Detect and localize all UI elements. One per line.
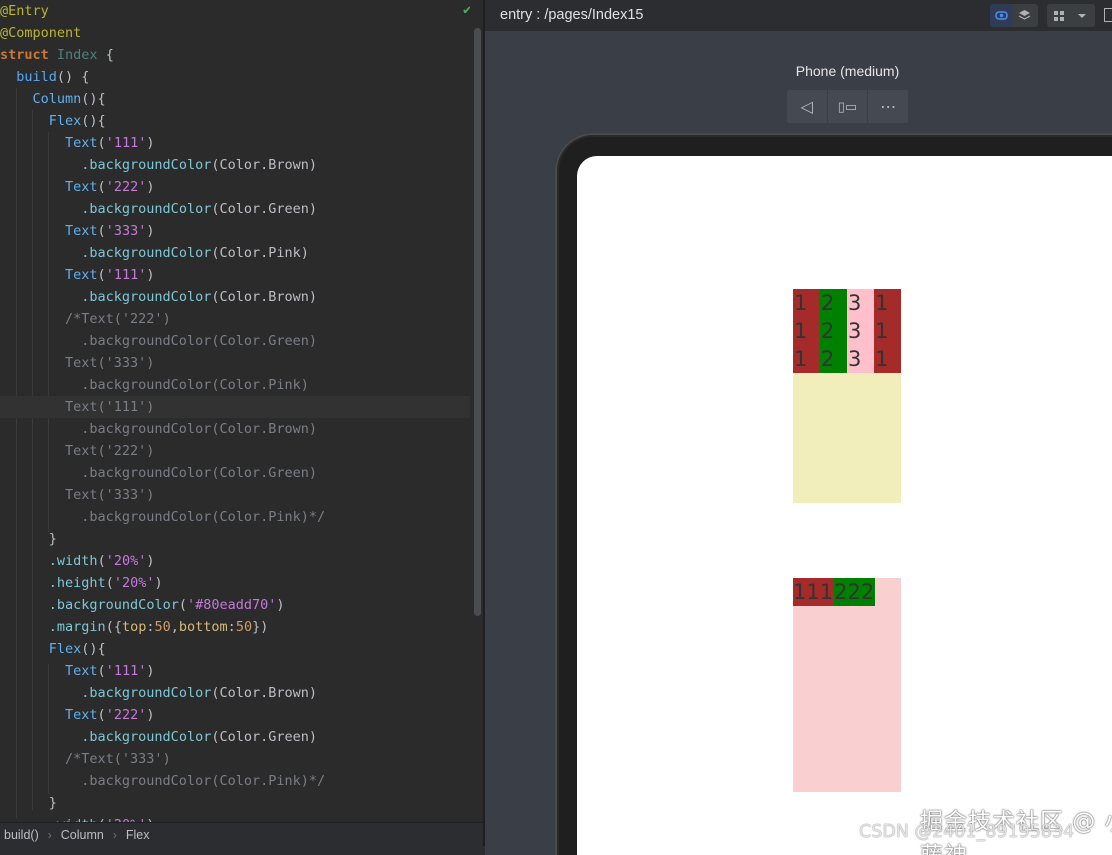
text-item-char: 1 [875, 291, 889, 315]
chevron-down-icon[interactable] [1070, 4, 1093, 27]
breadcrumb-item-flex[interactable]: Flex [126, 828, 150, 842]
layout-menu [1047, 4, 1095, 27]
text-item-char: 1 [794, 319, 808, 343]
text-item-char: 3 [848, 291, 862, 315]
code-line[interactable]: /*Text('333') [0, 748, 470, 770]
code-line[interactable]: .backgroundColor(Color.Green) [0, 726, 470, 748]
text-item-char: 3 [848, 319, 862, 343]
code-line[interactable]: Text('222') [0, 176, 470, 198]
code-line[interactable]: .backgroundColor(Color.Pink)*/ [0, 770, 470, 792]
code-line[interactable]: Text('111') [0, 660, 470, 682]
code-line[interactable]: Flex(){ [0, 110, 470, 132]
code-line[interactable]: .backgroundColor(Color.Green) [0, 330, 470, 352]
code-line[interactable]: } [0, 528, 470, 550]
more-icon[interactable]: ⋯ [867, 90, 908, 123]
code-line[interactable]: .backgroundColor(Color.Brown) [0, 286, 470, 308]
phone-screen[interactable]: 111222333111 111222 掘金技术社区 @ 小藤神 [577, 156, 1112, 855]
text-item-char: 1 [875, 319, 889, 343]
inspector-icon[interactable] [990, 4, 1013, 27]
code-line[interactable]: Text('222') [0, 704, 470, 726]
code-line[interactable]: build() { [0, 66, 470, 88]
text-item: 111 [793, 578, 835, 606]
code-line[interactable]: Text('333') [0, 484, 470, 506]
window-icon[interactable] [1104, 8, 1112, 22]
chevron-right-icon: › [112, 827, 117, 842]
code-line[interactable]: .backgroundColor(Color.Pink)*/ [0, 506, 470, 528]
code-line[interactable]: @Entry [0, 0, 470, 22]
previewer-panel: entry : /pages/Index15 Phone (medium) ◁ … [485, 0, 1112, 855]
text-item-char: 3 [848, 347, 862, 371]
rotate-back-icon[interactable]: ◁ [787, 90, 827, 123]
text-item-char: 2 [821, 291, 835, 315]
code-line[interactable]: struct Index { [0, 44, 470, 66]
code-line[interactable]: .width('20%') [0, 814, 470, 822]
code-line[interactable]: } [0, 792, 470, 814]
code-line[interactable]: Flex(){ [0, 638, 470, 660]
grid-icon[interactable] [1047, 4, 1070, 27]
code-line[interactable]: Column(){ [0, 88, 470, 110]
text-item-char: 1 [794, 291, 808, 315]
code-line[interactable]: .backgroundColor('#80eadd70') [0, 594, 470, 616]
text-item-char: 1 [794, 347, 808, 371]
breadcrumb: build() › Column › Flex [0, 822, 483, 846]
code-line[interactable]: Text('111') [0, 132, 470, 154]
code-line[interactable]: .height('20%') [0, 572, 470, 594]
code-line[interactable]: Text('333') [0, 220, 470, 242]
code-line[interactable]: .backgroundColor(Color.Green) [0, 462, 470, 484]
code-line[interactable]: Text('111') [0, 264, 470, 286]
code-line[interactable]: .backgroundColor(Color.Brown) [0, 682, 470, 704]
editor-scrollbar-thumb[interactable] [474, 28, 481, 616]
breadcrumb-item-build[interactable]: build() [4, 828, 39, 842]
watermark-csdn: CSDN @2401_89195834 [859, 822, 1075, 842]
text-item: 222 [834, 578, 876, 606]
text-item-char: 1 [875, 347, 889, 371]
view-mode-toggle [990, 4, 1038, 27]
breadcrumb-item-column[interactable]: Column [61, 828, 104, 842]
code-line[interactable]: Text('111') [0, 396, 470, 418]
previewer-header: entry : /pages/Index15 [485, 0, 1112, 31]
device-name: Phone (medium) [795, 63, 900, 79]
code-line[interactable]: /*Text('222') [0, 308, 470, 330]
code-line[interactable]: Text('333') [0, 352, 470, 374]
code-line[interactable]: .width('20%') [0, 550, 470, 572]
text-item-char: 2 [821, 347, 835, 371]
code-line[interactable]: .backgroundColor(Color.Green) [0, 198, 470, 220]
code-line[interactable]: .backgroundColor(Color.Pink) [0, 242, 470, 264]
code-line[interactable]: .margin({top:50,bottom:50}) [0, 616, 470, 638]
layers-icon[interactable] [1013, 4, 1036, 27]
device-controls: ◁ ▯▭ ⋯ [787, 90, 908, 123]
code-line[interactable]: @Component [0, 22, 470, 44]
chevron-right-icon: › [47, 827, 52, 842]
code-line[interactable]: Text('222') [0, 440, 470, 462]
fold-icon[interactable]: ▯▭ [826, 90, 868, 123]
flex-container-2: 111 222 [793, 578, 901, 792]
text-item-char: 2 [821, 319, 835, 343]
code-line[interactable]: .backgroundColor(Color.Pink) [0, 374, 470, 396]
flex-container-1: 111222333111 [793, 289, 901, 503]
preview-page-title: entry : /pages/Index15 [500, 7, 644, 23]
code-line[interactable]: .backgroundColor(Color.Brown) [0, 418, 470, 440]
code-line[interactable]: .backgroundColor(Color.Brown) [0, 154, 470, 176]
code-editor[interactable]: @Entry @Component struct Index { build() {… [0, 0, 483, 822]
